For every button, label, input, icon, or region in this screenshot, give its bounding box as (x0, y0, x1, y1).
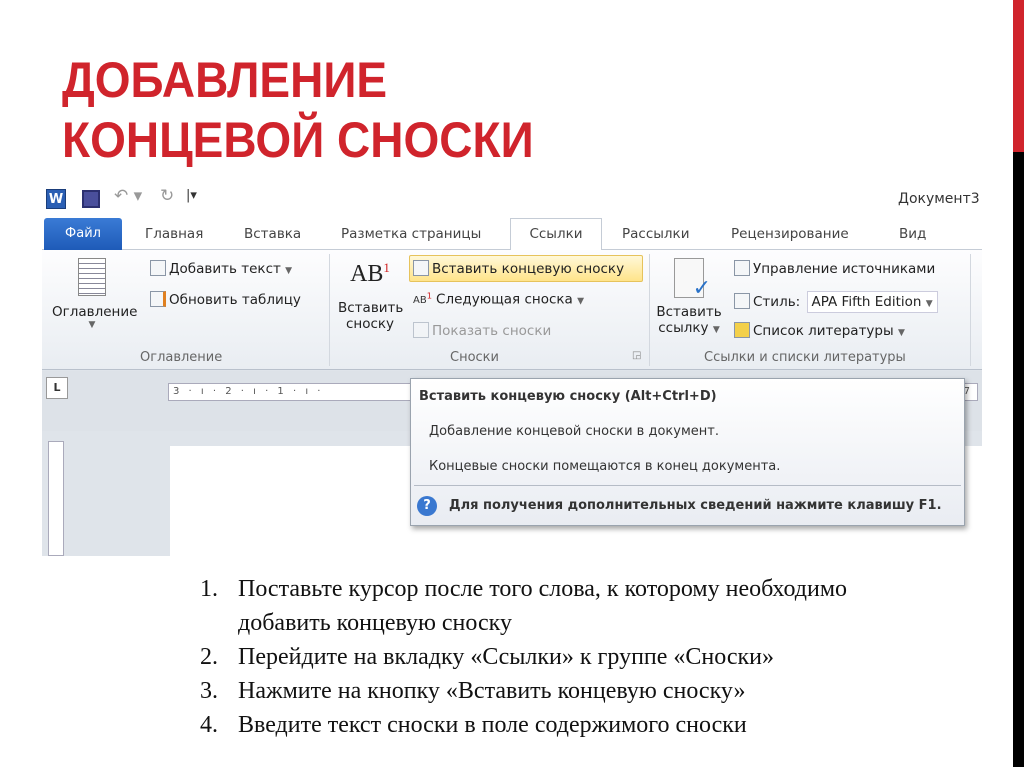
tooltip-description: Концевые сноски помещаются в конец докум… (429, 459, 781, 474)
tab-references[interactable]: Ссылки (510, 218, 602, 251)
bibliography-button[interactable]: Список литературы ▼ (734, 322, 905, 339)
help-icon: ? (417, 496, 437, 516)
side-bar (1013, 152, 1024, 767)
style-selector[interactable]: Стиль: APA Fifth Edition ▼ (734, 291, 938, 313)
group-label-toc: Оглавление (140, 350, 223, 365)
group-label-footnotes: Сноски (450, 350, 499, 365)
tab-review[interactable]: Рецензирование (731, 226, 849, 242)
tooltip-divider (414, 485, 961, 486)
group-divider (649, 254, 650, 366)
style-icon (734, 293, 750, 309)
undo-icon[interactable]: ↶ ▾ (114, 186, 142, 206)
save-icon[interactable] (82, 190, 100, 208)
chevron-down-icon: ▼ (88, 320, 96, 330)
endnote-icon (413, 260, 429, 276)
window-title: Документ3 (898, 191, 980, 207)
add-text-button[interactable]: Добавить текст ▼ (150, 260, 292, 277)
update-table-button[interactable]: Обновить таблицу (150, 291, 301, 308)
dialog-launcher-icon[interactable]: ◲ (632, 350, 641, 361)
tooltip-description: Добавление концевой сноски в документ. (429, 424, 719, 439)
tab-file[interactable]: Файл (44, 218, 122, 250)
group-divider (329, 254, 330, 366)
chevron-down-icon: ▼ (577, 296, 585, 307)
customize-qat-icon[interactable]: |▾ (186, 188, 197, 203)
group-label-citations: Ссылки и списки литературы (704, 350, 906, 365)
tooltip-title: Вставить концевую сноску (Alt+Ctrl+D) (419, 389, 717, 404)
insert-footnote-button[interactable]: AB1 Вставить сноску (338, 260, 403, 332)
toc-icon (78, 258, 106, 296)
ribbon: Оглавление ▼ Добавить текст ▼ Обновить та… (42, 250, 982, 370)
tab-view[interactable]: Вид (899, 226, 926, 242)
tooltip-help: Для получения дополнительных сведений на… (449, 498, 942, 513)
word-logo-icon: W (46, 189, 66, 209)
update-table-icon (150, 291, 166, 307)
insert-endnote-button[interactable]: Вставить концевую сноску (409, 255, 643, 282)
ribbon-tabs: Файл Главная Вставка Разметка страницы С… (42, 218, 982, 251)
tab-insert[interactable]: Вставка (244, 226, 301, 242)
insert-citation-icon: ✓ (674, 258, 711, 301)
next-footnote-icon: AB1 (413, 291, 433, 307)
tab-home[interactable]: Главная (145, 226, 203, 242)
style-dropdown[interactable]: APA Fifth Edition ▼ (806, 291, 938, 313)
manage-sources-icon (734, 260, 750, 276)
chevron-down-icon: ▼ (285, 266, 293, 276)
quick-access-toolbar: W ↶ ▾ ↻ |▾ Документ3 (42, 183, 982, 218)
accent-bar (1013, 0, 1024, 152)
toc-button[interactable]: Оглавление ▼ (52, 258, 137, 330)
chevron-down-icon: ▼ (925, 299, 933, 309)
tab-page-layout[interactable]: Разметка страницы (341, 226, 481, 242)
word-screenshot: W ↶ ▾ ↻ |▾ Документ3 Файл Главная Вставк… (42, 183, 982, 556)
bibliography-icon (734, 322, 750, 338)
add-text-icon (150, 260, 166, 276)
list-item: 4. Введите текст сноски в поле содержимог… (200, 712, 747, 738)
chevron-down-icon: ▼ (712, 325, 720, 335)
show-notes-button[interactable]: Показать сноски (413, 322, 551, 339)
list-item: 1. Поставьте курсор после того слова, к к… (200, 576, 848, 636)
chevron-down-icon: ▼ (897, 328, 905, 338)
show-notes-icon (413, 322, 429, 338)
tooltip: Вставить концевую сноску (Alt+Ctrl+D) До… (410, 378, 965, 526)
instruction-list: 1. Поставьте курсор после того слова, к к… (200, 572, 920, 742)
manage-sources-button[interactable]: Управление источниками (734, 260, 935, 277)
next-footnote-button[interactable]: AB1 Следующая сноска ▼ (413, 291, 584, 307)
vertical-ruler[interactable] (48, 441, 64, 556)
tab-selector[interactable]: L (46, 377, 68, 399)
list-item: 2. Перейдите на вкладку «Ссылки» к группе… (200, 644, 775, 670)
redo-icon[interactable]: ↻ (160, 186, 174, 206)
slide-title: ДОБАВЛЕНИЕ КОНЦЕВОЙ СНОСКИ (62, 52, 534, 168)
tab-mailings[interactable]: Рассылки (622, 226, 689, 242)
insert-citation-button[interactable]: ✓ Вставить ссылку ▼ (655, 258, 723, 336)
footnote-icon: AB1 (350, 260, 390, 287)
group-divider (970, 254, 971, 366)
list-item: 3. Нажмите на кнопку «Вставить концевую с… (200, 678, 746, 704)
